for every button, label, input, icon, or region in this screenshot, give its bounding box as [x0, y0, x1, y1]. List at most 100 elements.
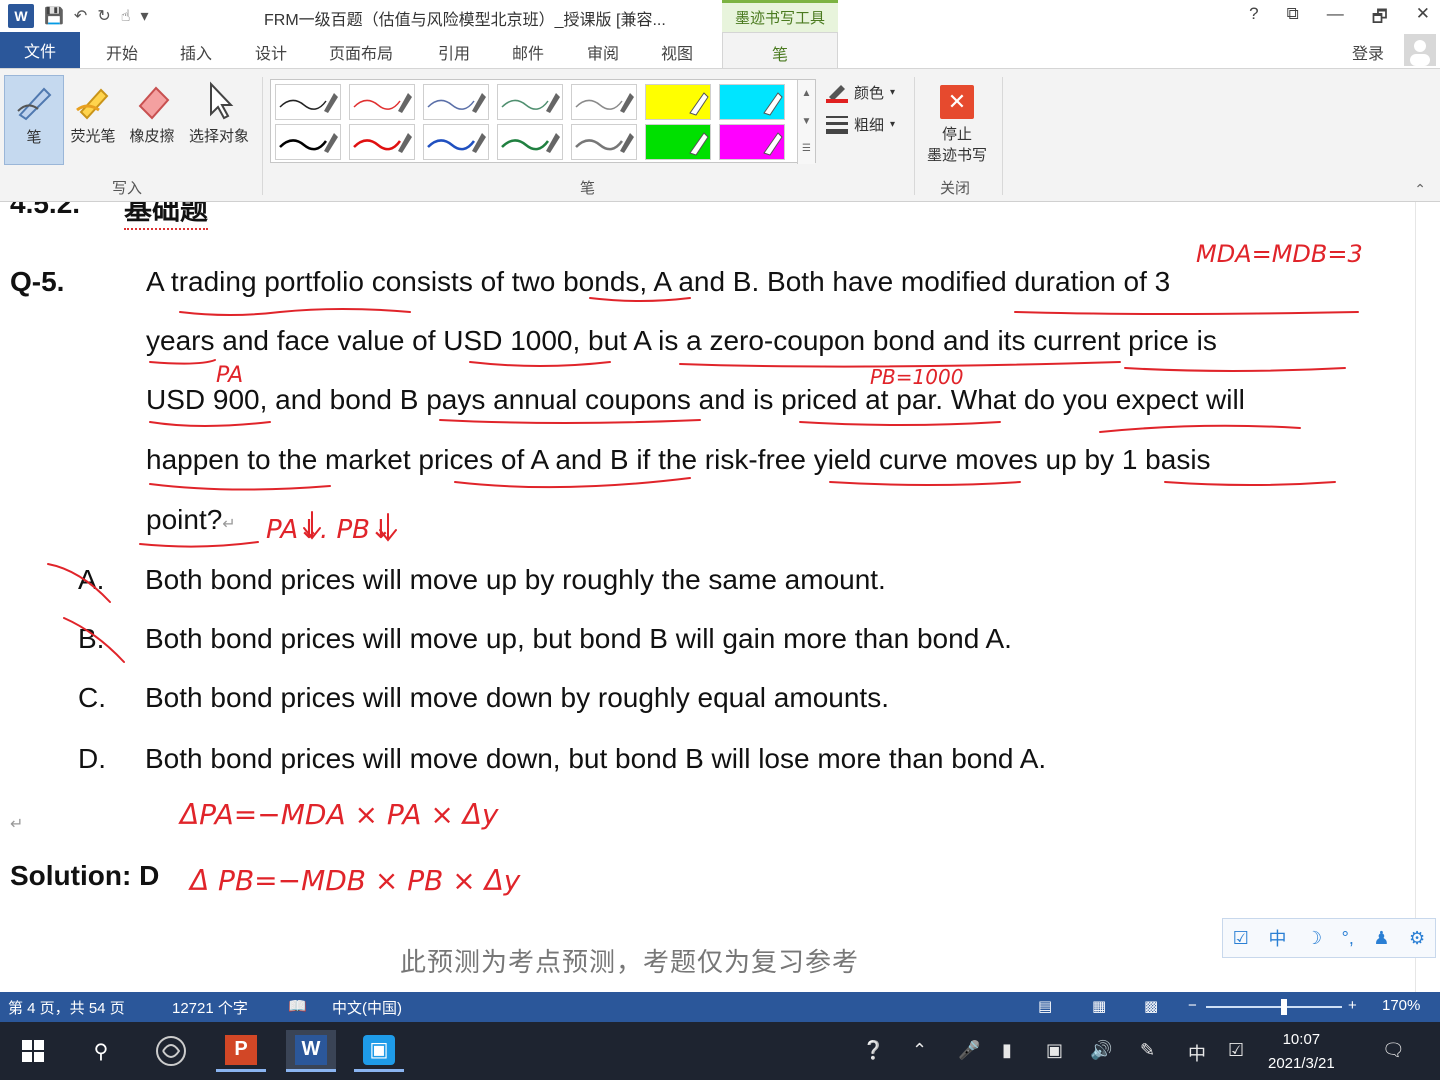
highlighter-button[interactable]: 荧光笔 [66, 75, 120, 165]
ink-tools-context-group: 墨迹书写工具 [722, 0, 838, 32]
ime-mode-icon[interactable]: ☑ [1233, 928, 1249, 949]
help-tray-icon[interactable]: ❔ [862, 1040, 884, 1061]
network-icon[interactable]: ▣ [1046, 1040, 1063, 1061]
ink-eq-b: Δ PB=−MDB × PB × Δy [188, 864, 521, 897]
customize-toolbar-icon[interactable]: ▾ [140, 6, 148, 26]
tab-file[interactable]: 文件 [0, 32, 80, 68]
word-app-icon[interactable]: W [8, 4, 34, 28]
ribbon-separator [262, 77, 263, 195]
sign-in-link[interactable]: 登录 [1352, 40, 1384, 64]
pen-style-3[interactable] [423, 84, 489, 120]
pen-style-7[interactable] [719, 84, 785, 120]
zoom-slider[interactable] [1206, 1006, 1342, 1008]
collapse-ribbon-icon[interactable]: ⌃ [1414, 181, 1426, 198]
notifications-icon[interactable]: 🗨 [1382, 1040, 1405, 1061]
tab-references[interactable]: 引用 [438, 40, 470, 64]
print-layout-icon[interactable]: ▦ [1092, 997, 1106, 1015]
ribbon-display-button[interactable]: ⧉ [1287, 4, 1299, 33]
web-layout-icon[interactable]: ▩ [1144, 997, 1158, 1015]
close-button[interactable]: ✕ [1416, 4, 1430, 33]
tab-mailings[interactable]: 邮件 [512, 40, 544, 64]
stop-inking-button[interactable]: ✕ 停止 墨迹书写 [918, 75, 996, 165]
pen-weight-dropdown[interactable]: 粗细 ▾ [826, 113, 895, 135]
ink-strike-a [47, 563, 111, 603]
ink-underline [1124, 367, 1346, 372]
battery-icon[interactable]: ▮ [1002, 1040, 1012, 1061]
tab-insert[interactable]: 插入 [180, 40, 212, 64]
write-group-label: 写入 [112, 180, 143, 197]
ink-underline [149, 421, 271, 427]
restore-button[interactable]: 🗗 [1372, 4, 1388, 33]
ime-user-icon[interactable]: ♟ [1373, 928, 1389, 949]
gallery-up-icon[interactable]: ▲ [798, 80, 815, 108]
ime-punct-icon[interactable]: °, [1342, 928, 1354, 949]
pen-style-11[interactable] [497, 124, 563, 160]
gallery-more-icon[interactable]: ☰ [798, 136, 815, 162]
help-button[interactable]: ? [1249, 4, 1258, 33]
input-language-indicator[interactable]: 中 [1188, 1040, 1206, 1066]
select-objects-button[interactable]: 选择对象 [184, 75, 254, 165]
ink-underline [799, 421, 1001, 426]
zoom-out-button[interactable]: − [1188, 997, 1197, 1014]
document-page[interactable]: 4.5.2. 基础题 Q-5. A trading portfolio cons… [0, 202, 1440, 992]
pen-color-dropdown[interactable]: 颜色 ▾ [826, 81, 895, 103]
tab-design[interactable]: 设计 [255, 40, 287, 64]
pen-style-13[interactable] [645, 124, 711, 160]
pen-style-6[interactable] [645, 84, 711, 120]
search-icon[interactable]: ⚲ [76, 1030, 126, 1072]
minimize-button[interactable]: — [1327, 4, 1344, 33]
tab-review[interactable]: 审阅 [587, 40, 619, 64]
checkbox-tray-icon[interactable]: ☑ [1228, 1040, 1244, 1061]
tab-view[interactable]: 视图 [661, 40, 693, 64]
gallery-down-icon[interactable]: ▼ [798, 108, 815, 136]
save-icon[interactable]: 💾 [44, 6, 64, 26]
pens-group-label: 笔 [580, 180, 596, 197]
zoom-in-button[interactable]: + [1348, 997, 1357, 1014]
pen-tool-button[interactable]: 笔 [4, 75, 64, 165]
highlighter-icon [76, 88, 109, 120]
pen-style-14[interactable] [719, 124, 785, 160]
avatar[interactable] [1404, 34, 1436, 66]
zoom-slider-thumb[interactable] [1280, 999, 1287, 1015]
gallery-scroll[interactable]: ▲ ▼ ☰ [797, 80, 815, 164]
proofing-icon[interactable]: 📖 [288, 997, 307, 1015]
page-count[interactable]: 第 4 页，共 54 页 [8, 997, 125, 1018]
microphone-icon[interactable]: 🎤 [958, 1040, 980, 1061]
color-label: 颜色 [854, 84, 885, 102]
pen-style-2[interactable] [349, 84, 415, 120]
tab-pen[interactable]: 笔 [722, 32, 838, 68]
language-status[interactable]: 中文(中国) [332, 997, 402, 1018]
pen-style-4[interactable] [497, 84, 563, 120]
eraser-button[interactable]: 橡皮擦 [124, 75, 180, 165]
system-clock[interactable]: 10:07 2021/3/21 [1268, 1028, 1335, 1076]
pen-style-9[interactable] [349, 124, 415, 160]
word-taskbar-icon[interactable]: W [286, 1030, 336, 1072]
ink-annotations[interactable]: MDA=MDB=3 PA PB=1000 PA↓. PB↓ ΔPA=−MDA ×… [0, 202, 1440, 992]
ime-halfwidth-icon[interactable]: ☽ [1306, 928, 1322, 949]
ime-settings-icon[interactable]: ⚙ [1409, 928, 1425, 949]
pen-style-8[interactable] [275, 124, 341, 160]
pen-workspace-icon[interactable]: ✎ [1140, 1040, 1155, 1061]
redo-icon[interactable]: ↻ [97, 6, 110, 26]
powerpoint-taskbar-icon[interactable]: P [216, 1030, 266, 1072]
classroom-taskbar-icon[interactable]: ▣ [354, 1030, 404, 1072]
ime-toolbar: ☑ 中 ☽ °, ♟ ⚙ [1222, 918, 1436, 958]
zoom-level[interactable]: 170% [1382, 997, 1420, 1014]
read-mode-icon[interactable]: ▤ [1038, 997, 1052, 1015]
tab-home[interactable]: 开始 [106, 40, 138, 64]
volume-icon[interactable]: 🔊 [1090, 1040, 1112, 1061]
pen-style-10[interactable] [423, 124, 489, 160]
pen-style-5[interactable] [571, 84, 637, 120]
undo-icon[interactable]: ↶ [74, 6, 87, 26]
pen-style-12[interactable] [571, 124, 637, 160]
pen-style-1[interactable] [275, 84, 341, 120]
ink-underline [1164, 481, 1336, 486]
show-hidden-icons[interactable]: ⌃ [912, 1040, 927, 1061]
tab-page-layout[interactable]: 页面布局 [329, 40, 393, 64]
word-count[interactable]: 12721 个字 [172, 997, 248, 1018]
app-circle-icon[interactable] [146, 1030, 196, 1072]
windows-start-icon[interactable] [8, 1030, 58, 1072]
touch-mode-icon[interactable]: ☝ [121, 6, 131, 26]
pen-icon [17, 87, 52, 121]
ime-chinese-toggle[interactable]: 中 [1268, 925, 1286, 951]
